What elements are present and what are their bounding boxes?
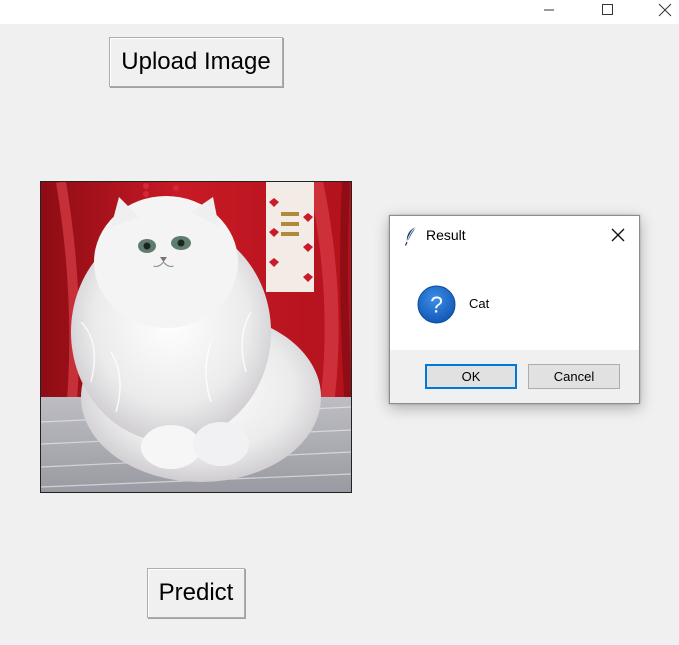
ok-button[interactable]: OK [425,364,517,389]
maximize-icon [602,4,613,15]
maximize-button[interactable] [592,0,622,20]
minimize-button[interactable] [534,0,564,20]
feather-icon [404,226,417,246]
cat-photo [41,182,351,492]
predict-button[interactable]: Predict [147,568,245,618]
upload-image-button[interactable]: Upload Image [109,37,283,87]
cancel-button[interactable]: Cancel [528,364,620,389]
close-icon [658,3,672,17]
result-dialog: Result ? Cat OK Cancel [389,215,640,404]
dialog-message: Cat [469,296,490,311]
close-icon [611,228,625,242]
window-titlebar [0,0,679,24]
dialog-footer: OK Cancel [390,350,639,403]
question-icon: ? [417,285,456,324]
close-button[interactable] [650,0,679,20]
dialog-title: Result [426,227,466,243]
dialog-close-button[interactable] [609,226,627,244]
minimize-icon [544,9,554,11]
cat-image [40,181,352,493]
svg-text:?: ? [430,292,443,318]
dialog-titlebar: Result [390,216,639,254]
